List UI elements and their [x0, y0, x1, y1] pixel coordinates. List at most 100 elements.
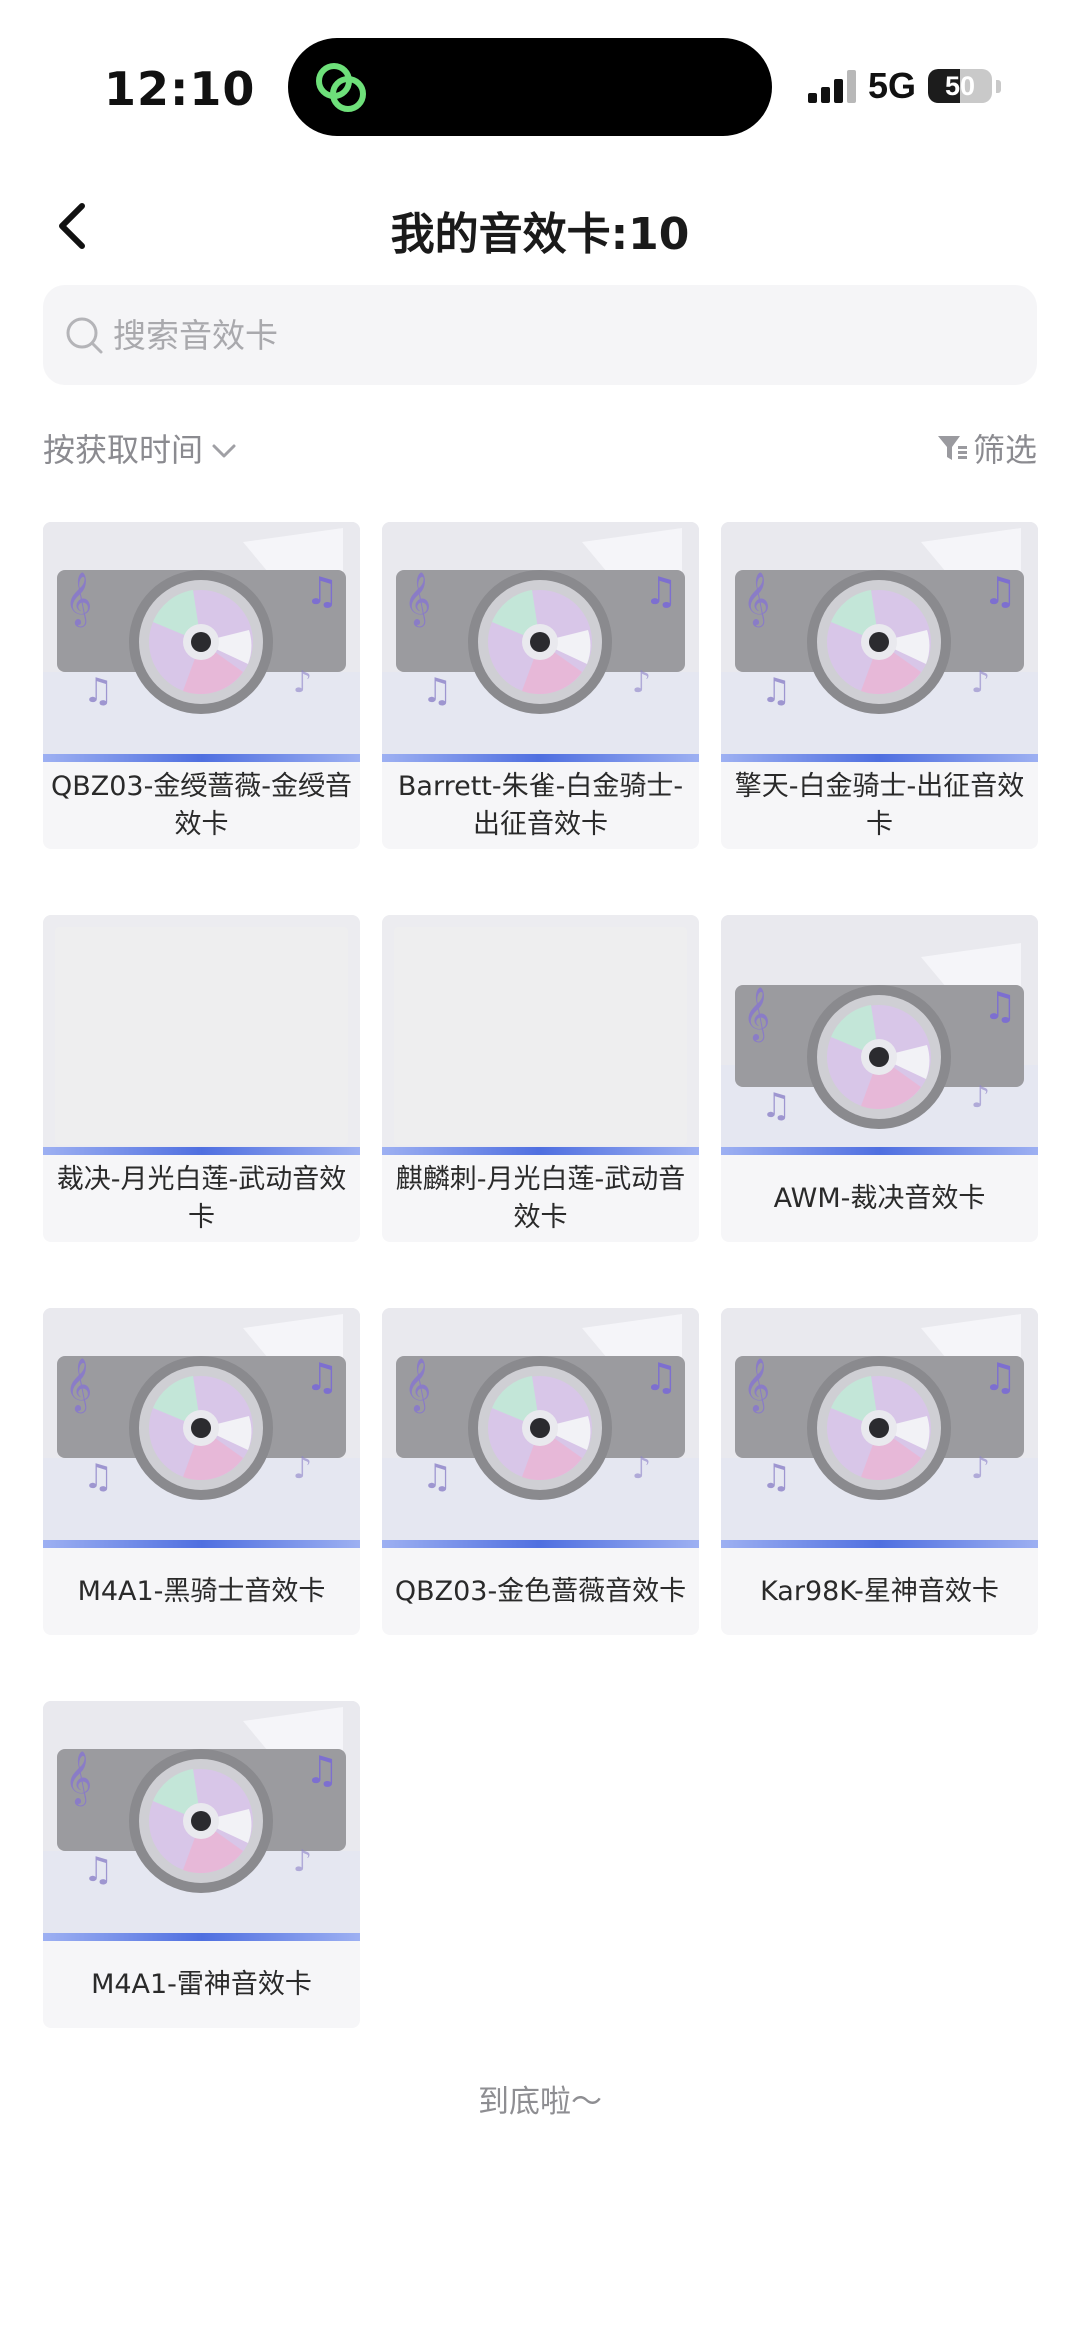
svg-text:♪: ♪	[293, 1844, 312, 1879]
back-arrow-icon[interactable]	[44, 196, 104, 256]
svg-text:𝄞: 𝄞	[65, 1750, 92, 1806]
card-label: Kar98K-星神音效卡	[760, 1575, 999, 1607]
svg-text:♪: ♪	[293, 665, 312, 700]
card-label: M4A1-雷神音效卡	[91, 1968, 312, 2000]
svg-text:♪: ♪	[632, 1451, 651, 1486]
page-title: 我的音效卡:10	[390, 209, 690, 260]
card-accent-stripe	[382, 1540, 699, 1548]
svg-text:♫: ♫	[983, 1355, 1017, 1399]
svg-text:𝄞: 𝄞	[404, 1357, 431, 1413]
signal-icon	[808, 70, 856, 103]
svg-text:♫: ♫	[83, 1457, 113, 1497]
search-input[interactable]	[113, 315, 993, 355]
card-label: 裁决-月光白莲-武动音效卡	[56, 1163, 347, 1233]
svg-text:𝄞: 𝄞	[65, 571, 92, 627]
card-thumbnail: 𝄞 ♫ ♫ ♪	[721, 1308, 1038, 1548]
card-accent-stripe	[43, 754, 360, 762]
svg-text:♫: ♫	[83, 1850, 113, 1890]
svg-text:♪: ♪	[971, 1451, 990, 1486]
card-accent-stripe	[43, 1147, 360, 1155]
sound-card[interactable]: 𝄞 ♫ ♫ ♪ Kar98K-星神音效卡	[721, 1308, 1038, 1635]
svg-text:♫: ♫	[644, 569, 678, 613]
filter-label: 筛选	[972, 431, 1037, 469]
svg-text:𝄞: 𝄞	[743, 986, 770, 1042]
battery-icon: 50	[928, 69, 993, 103]
card-label: AWM-裁决音效卡	[773, 1182, 986, 1214]
svg-text:♪: ♪	[293, 1451, 312, 1486]
disc-artwork-icon: 𝄞 ♫ ♫ ♪	[43, 1701, 360, 1941]
card-label: M4A1-黑骑士音效卡	[77, 1575, 326, 1607]
sound-card[interactable]: 麒麟刺-月光白莲-武动音效卡	[382, 915, 699, 1242]
search-icon	[66, 317, 103, 354]
card-thumbnail: 𝄞 ♫ ♫ ♪	[382, 522, 699, 762]
svg-text:𝄞: 𝄞	[743, 1357, 770, 1413]
svg-text:♫: ♫	[305, 569, 339, 613]
end-of-list-text: 到底啦～	[478, 2084, 602, 2120]
search-box[interactable]	[43, 285, 1037, 385]
card-label: QBZ03-金色蔷薇音效卡	[394, 1575, 687, 1607]
disc-artwork-icon: 𝄞 ♫ ♫ ♪	[382, 1308, 699, 1548]
filter-button[interactable]: 筛选	[935, 425, 1037, 471]
svg-text:𝄞: 𝄞	[65, 1357, 92, 1413]
battery-percent: 50	[945, 71, 976, 101]
sound-card[interactable]: 𝄞 ♫ ♫ ♪ QBZ03-金绶蔷薇-金绶音效卡	[43, 522, 360, 849]
sound-card[interactable]: 𝄞 ♫ ♫ ♪ M4A1-雷神音效卡	[43, 1701, 360, 2028]
svg-text:♪: ♪	[971, 665, 990, 700]
svg-text:♫: ♫	[983, 984, 1017, 1028]
sound-card[interactable]: 𝄞 ♫ ♫ ♪ AWM-裁决音效卡	[721, 915, 1038, 1242]
disc-artwork-icon: 𝄞 ♫ ♫ ♪	[721, 915, 1038, 1155]
svg-text:♫: ♫	[422, 1457, 452, 1497]
svg-text:♫: ♫	[644, 1355, 678, 1399]
thumbnail-placeholder	[394, 927, 687, 1145]
svg-text:♫: ♫	[422, 671, 452, 711]
sound-card[interactable]: 𝄞 ♫ ♫ ♪ QBZ03-金色蔷薇音效卡	[382, 1308, 699, 1635]
card-accent-stripe	[382, 754, 699, 762]
sound-card[interactable]: 𝄞 ♫ ♫ ♪ M4A1-黑骑士音效卡	[43, 1308, 360, 1635]
card-label: QBZ03-金绶蔷薇-金绶音效卡	[50, 770, 353, 840]
app-link-icon	[316, 63, 366, 112]
card-thumbnail: 𝄞 ♫ ♫ ♪	[721, 522, 1038, 762]
battery-nub	[996, 79, 1002, 93]
chevron-down-icon	[212, 444, 236, 458]
card-accent-stripe	[721, 1147, 1038, 1155]
card-accent-stripe	[43, 1933, 360, 1941]
svg-text:♫: ♫	[761, 671, 791, 711]
svg-text:♫: ♫	[761, 1086, 791, 1126]
sort-label: 按获取时间	[43, 431, 204, 469]
svg-text:♫: ♫	[83, 671, 113, 711]
dynamic-island	[288, 38, 772, 136]
card-thumbnail	[43, 915, 360, 1155]
disc-artwork-icon: 𝄞 ♫ ♫ ♪	[382, 522, 699, 762]
disc-artwork-icon: 𝄞 ♫ ♫ ♪	[721, 522, 1038, 762]
sort-dropdown[interactable]: 按获取时间	[43, 425, 239, 471]
status-bar: 12:10 5G 50	[0, 0, 1080, 150]
card-accent-stripe	[721, 754, 1038, 762]
status-indicators: 5G 50	[806, 65, 1002, 106]
svg-text:♪: ♪	[632, 665, 651, 700]
sound-card[interactable]: 𝄞 ♫ ♫ ♪ Barrett-朱雀-白金骑士-出征音效卡	[382, 522, 699, 849]
thumbnail-placeholder	[55, 927, 348, 1145]
status-time: 12:10	[104, 62, 256, 116]
filter-icon	[937, 436, 967, 460]
card-accent-stripe	[382, 1147, 699, 1155]
sort-filter-row: 按获取时间 筛选	[43, 425, 1037, 475]
sound-card[interactable]: 裁决-月光白莲-武动音效卡	[43, 915, 360, 1242]
svg-text:♪: ♪	[971, 1080, 990, 1115]
card-label: Barrett-朱雀-白金骑士-出征音效卡	[397, 770, 684, 840]
network-label: 5G	[868, 65, 917, 106]
card-accent-stripe	[43, 1540, 360, 1548]
disc-artwork-icon: 𝄞 ♫ ♫ ♪	[43, 1308, 360, 1548]
card-thumbnail: 𝄞 ♫ ♫ ♪	[43, 1308, 360, 1548]
svg-text:♫: ♫	[305, 1355, 339, 1399]
card-thumbnail: 𝄞 ♫ ♫ ♪	[43, 1701, 360, 1941]
card-label: 擎天-白金骑士-出征音效卡	[734, 770, 1025, 840]
svg-text:♫: ♫	[983, 569, 1017, 613]
card-thumbnail: 𝄞 ♫ ♫ ♪	[382, 1308, 699, 1548]
sound-card[interactable]: 𝄞 ♫ ♫ ♪ 擎天-白金骑士-出征音效卡	[721, 522, 1038, 849]
card-thumbnail: 𝄞 ♫ ♫ ♪	[43, 522, 360, 762]
card-thumbnail: 𝄞 ♫ ♫ ♪	[721, 915, 1038, 1155]
svg-text:♫: ♫	[305, 1748, 339, 1792]
disc-artwork-icon: 𝄞 ♫ ♫ ♪	[43, 522, 360, 762]
nav-bar: 我的音效卡:10	[0, 180, 1080, 274]
sound-card-grid: 𝄞 ♫ ♫ ♪ QBZ03-金绶蔷薇-金绶音效卡 𝄞 ♫ ♫ ♪ Barrett…	[43, 522, 1039, 2028]
